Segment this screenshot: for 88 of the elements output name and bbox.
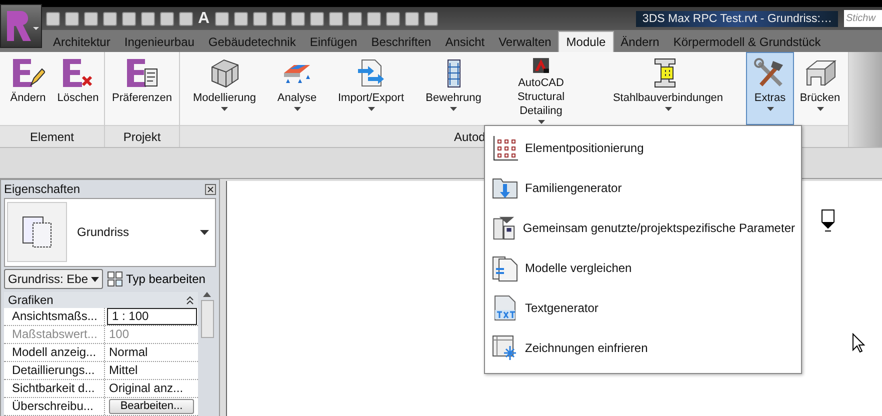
application-menu-button[interactable] xyxy=(0,4,42,48)
ribbon-button[interactable]: Löschen xyxy=(54,52,102,125)
toolbar-tool-icon[interactable] xyxy=(179,12,193,26)
dropdown-arrow-icon[interactable] xyxy=(200,230,209,235)
view-filter-dropdown[interactable]: Grundriss: Ebe xyxy=(4,269,104,290)
property-name: Modell anzeig... xyxy=(4,344,105,361)
toolbar-tool-icon[interactable] xyxy=(122,12,136,26)
two-documents-icon xyxy=(491,254,519,282)
e-pencil-icon xyxy=(11,57,45,89)
panel-label: Projekt xyxy=(105,125,179,147)
property-value-field[interactable]: 1 : 100 xyxy=(107,308,197,325)
toolbar-tool-icon[interactable] xyxy=(348,12,362,26)
dot-grid-icon xyxy=(491,134,519,162)
toolbar-tool-icon[interactable] xyxy=(404,12,419,26)
property-name: Ansichtsmaßs... xyxy=(4,308,105,325)
edit-type-icon xyxy=(107,271,124,288)
ribbon-button[interactable]: Analyse xyxy=(267,52,327,125)
menu-item[interactable]: Textgenerator xyxy=(485,288,801,328)
property-name: Maßstabswert... xyxy=(4,326,105,343)
window-title: 3DS Max RPC Test.rvt - Grundriss:… xyxy=(636,10,838,26)
e-cross-icon xyxy=(61,57,95,89)
edit-type-button[interactable]: Typ bearbeiten xyxy=(107,271,206,288)
ribbon-button[interactable]: Ändern xyxy=(2,52,54,125)
group-header: Grafiken xyxy=(8,293,54,307)
ribbon-tab[interactable]: Beschriften xyxy=(364,32,438,52)
edit-button[interactable]: Bearbeiten... xyxy=(109,399,194,414)
panel-label: Element xyxy=(0,125,104,147)
ribbon-button[interactable]: Präferenzen xyxy=(107,52,177,125)
ribbon-button[interactable]: Stahlbauverbindungen xyxy=(590,52,746,125)
sheet-snowflake-icon xyxy=(491,334,519,362)
panel-title: Eigenschaften xyxy=(4,182,80,196)
toolbar-tool-icon[interactable] xyxy=(84,12,98,26)
ribbon-tab[interactable]: Ansicht xyxy=(438,32,492,52)
collapse-icon[interactable] xyxy=(186,296,194,304)
toolbar-tool-icon[interactable] xyxy=(424,12,438,26)
property-name: Sichtbarkeit d... xyxy=(4,380,105,397)
ribbon-button[interactable]: Brücken xyxy=(794,52,846,125)
toolbar-tool-icon[interactable] xyxy=(252,12,267,26)
property-value: 100 xyxy=(108,326,130,343)
property-value: Mittel xyxy=(108,362,139,379)
scroll-up-icon[interactable] xyxy=(203,292,211,297)
search-field[interactable]: Stichw xyxy=(844,10,882,27)
type-selector[interactable]: Grundriss xyxy=(4,198,216,267)
close-icon[interactable] xyxy=(205,184,216,194)
bridge-block-icon xyxy=(803,57,837,89)
property-name: Detaillierungs... xyxy=(4,362,105,379)
toolbar-tool-icon[interactable] xyxy=(328,12,343,26)
elevation-marker-icon xyxy=(820,209,836,233)
type-name: Grundriss xyxy=(77,225,130,240)
toolbar-tool-icon[interactable] xyxy=(141,12,155,26)
menu-item[interactable]: Zeichnungen einfrieren xyxy=(485,328,801,368)
mouse-pointer-icon xyxy=(852,333,866,353)
ribbon-button[interactable]: Extras xyxy=(746,52,794,125)
toolbar-tool-icon[interactable] xyxy=(366,12,381,26)
toolbar-tool-icon[interactable] xyxy=(160,12,174,26)
toolbar-tool-icon[interactable] xyxy=(234,12,248,26)
scrollbar-thumb[interactable] xyxy=(200,300,214,338)
ribbon-tab[interactable]: Körpermodell & Grundstück xyxy=(666,32,828,52)
ribbon-tab[interactable]: Module xyxy=(558,31,614,52)
ribbon-tab[interactable]: Ingenieurbau xyxy=(117,32,202,52)
menu-item[interactable]: Modelle vergleichen xyxy=(485,248,801,288)
toolbar-tool-icon[interactable] xyxy=(272,12,286,26)
text-tool-button[interactable]: A xyxy=(198,10,210,26)
ribbon-button[interactable]: Bewehrung xyxy=(415,52,492,125)
toolbar-tool-icon[interactable] xyxy=(46,12,60,26)
ribbon-button[interactable]: Import/Export xyxy=(327,52,415,125)
property-name: Überschreibu... xyxy=(4,398,105,415)
ribbon-button[interactable]: Modellierung xyxy=(182,52,267,125)
floor-plan-icon xyxy=(21,215,53,250)
property-value: Original anz... xyxy=(108,380,184,397)
ribbon-tab[interactable]: Einfügen xyxy=(302,32,364,52)
e-form-icon xyxy=(125,57,159,89)
toolbar-tool-icon[interactable] xyxy=(310,12,324,26)
ribbon-tab[interactable]: Ändern xyxy=(614,32,666,52)
scroll-form-icon xyxy=(491,214,517,242)
ribbon-tab[interactable]: Architektur xyxy=(46,32,118,52)
menu-item[interactable]: Gemeinsam genutzte/projektspezifische Parameter xyxy=(485,208,801,248)
ribbon-button[interactable]: AutoCAD Structural Detailing xyxy=(492,52,590,125)
toolbar-tool-icon[interactable] xyxy=(386,12,400,26)
ribbon-tab[interactable]: Gebäudetechnik xyxy=(201,32,303,52)
ribbon-tab[interactable]: Verwalten xyxy=(492,32,558,52)
toolbar-tool-icon[interactable] xyxy=(103,12,117,26)
toolbar-tool-icon[interactable] xyxy=(214,12,229,26)
property-value: Normal xyxy=(108,344,149,361)
caret-icon xyxy=(91,276,100,282)
menu-item[interactable]: Familiengenerator xyxy=(485,168,801,208)
toolbar-tool-icon[interactable] xyxy=(290,12,305,26)
toolbar-tool-icon[interactable] xyxy=(65,12,79,26)
